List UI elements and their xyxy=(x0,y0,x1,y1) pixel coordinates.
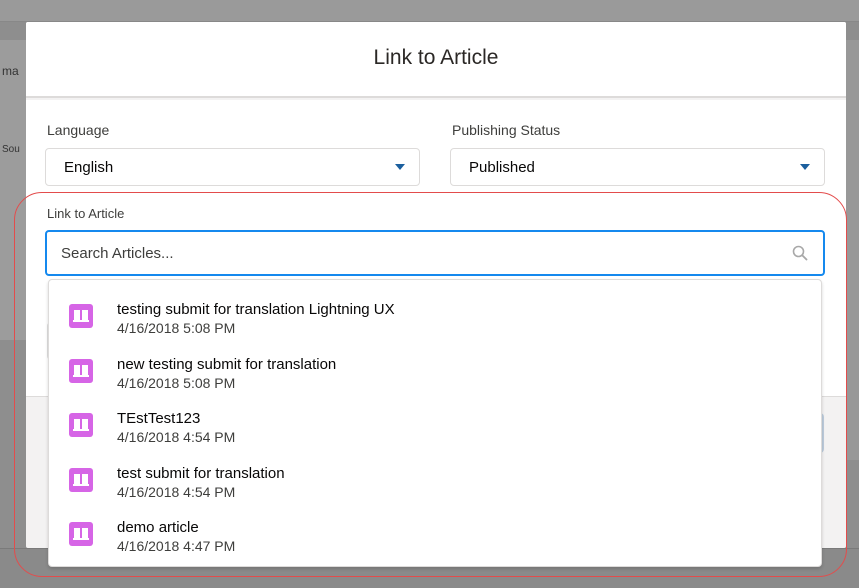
link-to-article-label: Link to Article xyxy=(47,206,125,221)
search-icon[interactable] xyxy=(791,244,809,262)
result-title: new testing submit for translation xyxy=(117,356,337,373)
article-icon xyxy=(69,468,93,492)
search-result-item[interactable]: test submit for translation 4/16/2018 4:… xyxy=(49,454,821,510)
language-select[interactable]: English xyxy=(45,148,420,186)
language-value: English xyxy=(64,159,114,176)
search-input[interactable] xyxy=(61,242,761,264)
result-date: 4/16/2018 5:08 PM xyxy=(117,375,236,391)
publishing-status-label: Publishing Status xyxy=(452,122,561,138)
search-articles-field[interactable] xyxy=(45,230,825,276)
result-title: demo article xyxy=(117,519,199,536)
modal-header: Link to Article xyxy=(26,22,846,98)
background-text: Sou xyxy=(2,144,20,155)
result-title: TEstTest123 xyxy=(117,410,201,427)
search-result-item[interactable]: testing submit for translation Lightning… xyxy=(49,290,821,346)
search-results-dropdown: testing submit for translation Lightning… xyxy=(48,279,822,567)
result-date: 4/16/2018 4:47 PM xyxy=(117,538,236,554)
language-label: Language xyxy=(47,122,110,138)
search-result-item[interactable]: TEstTest123 4/16/2018 4:54 PM xyxy=(49,399,821,455)
search-result-item[interactable]: new testing submit for translation 4/16/… xyxy=(49,345,821,401)
background-header xyxy=(0,0,859,22)
chevron-down-icon xyxy=(800,164,810,170)
result-title: testing submit for translation Lightning… xyxy=(117,301,395,318)
chevron-down-icon xyxy=(395,164,405,170)
search-result-item[interactable]: demo article 4/16/2018 4:47 PM xyxy=(49,508,821,564)
publishing-status-value: Published xyxy=(469,159,535,176)
publishing-status-select[interactable]: Published xyxy=(450,148,825,186)
result-title: test submit for translation xyxy=(117,465,285,482)
result-date: 4/16/2018 5:08 PM xyxy=(117,320,236,336)
article-icon xyxy=(69,413,93,437)
result-date: 4/16/2018 4:54 PM xyxy=(117,429,236,445)
article-icon xyxy=(69,522,93,546)
background-text: ma xyxy=(2,64,19,78)
modal-title: Link to Article xyxy=(373,46,499,69)
article-icon xyxy=(69,359,93,383)
article-icon xyxy=(69,304,93,328)
result-date: 4/16/2018 4:54 PM xyxy=(117,484,236,500)
